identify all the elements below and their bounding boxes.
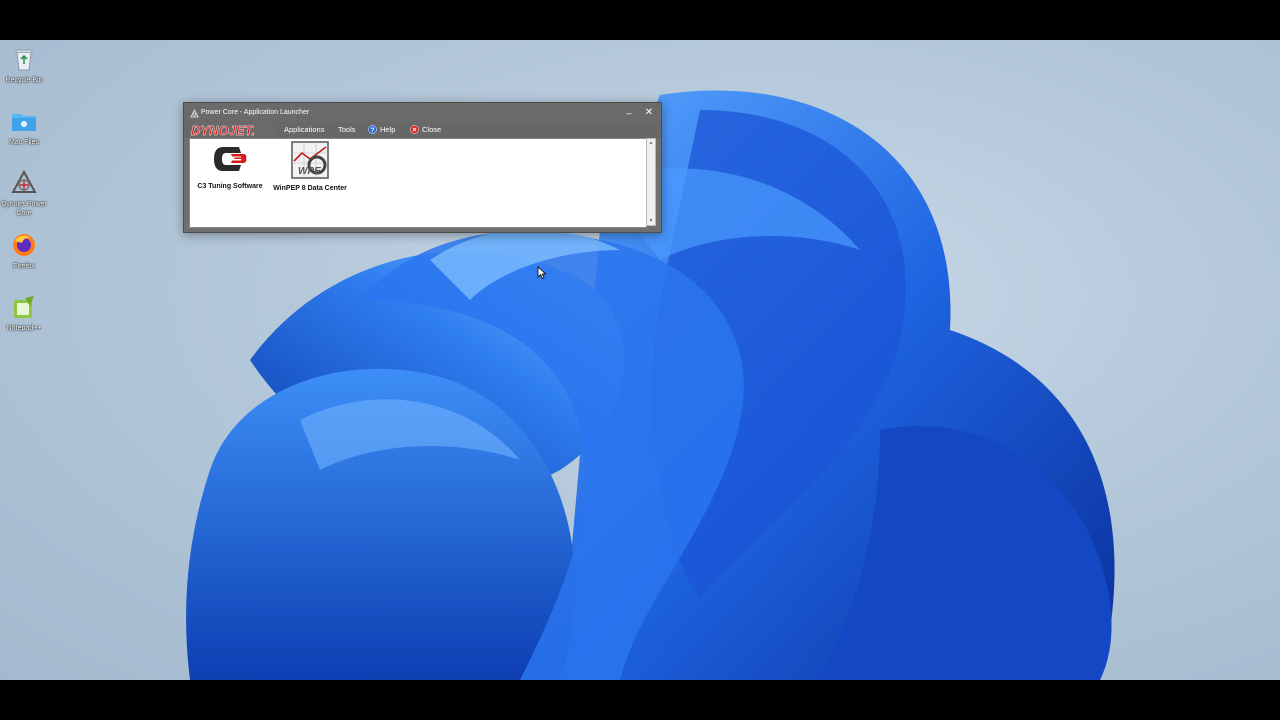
- desktop-icon-dynojet-power-core[interactable]: Dynojet Power Core: [0, 168, 48, 218]
- dynojet-logo-text: DYNOJET.: [191, 123, 255, 137]
- desktop-icon-recycle-bin[interactable]: Recycle Bin: [0, 44, 48, 85]
- window-title: Power Core - Application Launcher: [201, 109, 310, 116]
- c3-logo-icon: [214, 147, 247, 171]
- scroll-up-arrow-icon[interactable]: ▲: [647, 139, 655, 147]
- menu-applications-label: Applications: [284, 125, 325, 134]
- firefox-icon: [9, 230, 39, 260]
- vertical-scrollbar[interactable]: ▲ ▼: [646, 138, 656, 226]
- app-tile-c3-tuning-software[interactable]: C3 Tuning Software: [190, 141, 270, 190]
- app-tile-label: WinPEP 8 Data Center: [273, 185, 347, 192]
- title-bar[interactable]: Power Core - Application Launcher – ✕: [184, 103, 661, 123]
- menu-help-label: Help: [380, 125, 396, 134]
- menu-close-label: Close: [422, 125, 442, 134]
- desktop-icon-label: Notepad++: [6, 325, 42, 332]
- letterbox-top: [0, 0, 1280, 40]
- menu-bar: DYNOJET. Applications Tools ? Help Close: [184, 122, 661, 138]
- notepad-plus-plus-icon: [9, 292, 39, 322]
- desktop-icon-firefox[interactable]: Firefox: [0, 230, 48, 271]
- desktop-icon-notepad-plus-plus[interactable]: Notepad++: [0, 292, 48, 333]
- application-launcher-window[interactable]: Power Core - Application Launcher – ✕ DY…: [183, 102, 662, 233]
- help-icon: ?: [368, 125, 377, 134]
- desktop-icon-label: Mac Files: [9, 139, 39, 146]
- desktop-icon-mac-files[interactable]: Mac Files: [0, 106, 48, 147]
- window-close-button[interactable]: ✕: [642, 106, 656, 120]
- dynojet-logo: DYNOJET.: [189, 123, 277, 137]
- minimize-button[interactable]: –: [622, 106, 636, 120]
- letterbox-bottom: [0, 680, 1280, 720]
- svg-text:?: ?: [371, 127, 375, 134]
- desktop-icon-label: Recycle Bin: [5, 77, 43, 84]
- mouse-cursor-icon: [537, 266, 547, 280]
- close-circle-icon: [410, 125, 419, 134]
- desktop-icon-label: Dynojet Power Core: [1, 201, 47, 217]
- desktop-icon-label: Firefox: [13, 263, 35, 270]
- menu-tools[interactable]: Tools: [338, 125, 356, 134]
- menu-tools-label: Tools: [338, 125, 356, 134]
- application-list: C3 Tuning Software WPE WinPEP 8 Data Cen…: [189, 138, 647, 228]
- winpep-8-icon: WPE: [291, 141, 329, 179]
- app-tile-label: C3 Tuning Software: [197, 183, 263, 190]
- app-tile-winpep-8-data-center[interactable]: WPE WinPEP 8 Data Center: [270, 141, 350, 192]
- svg-text:WPE: WPE: [298, 166, 321, 177]
- screen: Recycle Bin Mac Files Dynojet Power Core…: [0, 0, 1280, 720]
- folder-icon: [9, 106, 39, 136]
- scroll-down-arrow-icon[interactable]: ▼: [647, 217, 655, 225]
- power-core-icon: [9, 168, 39, 198]
- recycle-bin-icon: [9, 44, 39, 74]
- menu-applications[interactable]: Applications: [284, 125, 324, 134]
- menu-close[interactable]: Close: [410, 125, 441, 134]
- menu-help[interactable]: ? Help: [368, 125, 395, 134]
- power-core-icon: [190, 108, 199, 120]
